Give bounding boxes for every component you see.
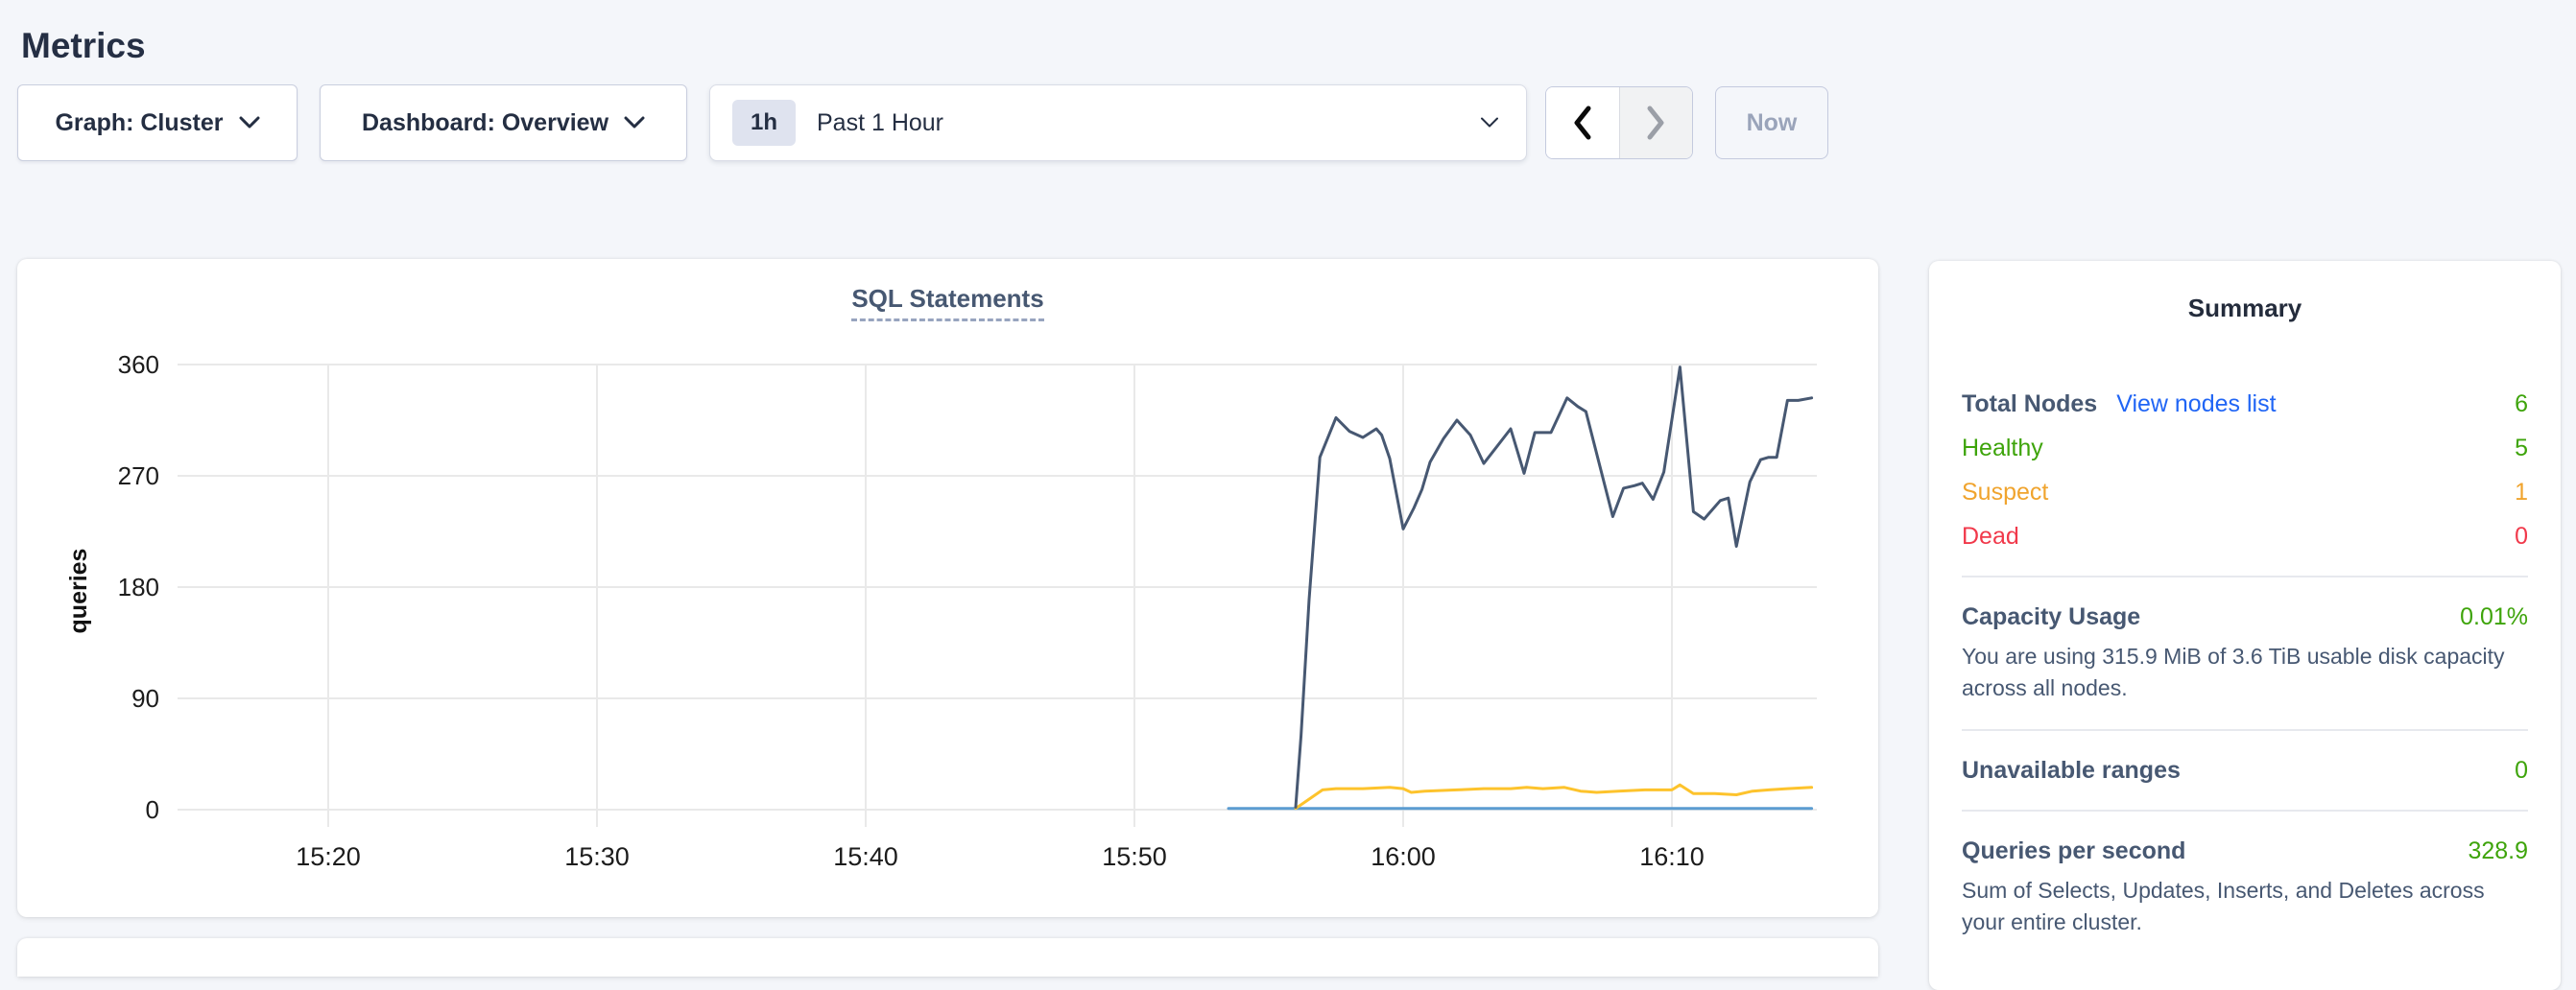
chevron-down-icon <box>239 116 260 130</box>
dead-nodes-row: Dead 0 <box>1962 522 2528 551</box>
divider <box>1962 729 2528 731</box>
page-title: Metrics <box>21 24 146 68</box>
queries-per-second-value: 328.9 <box>2468 837 2528 865</box>
capacity-usage-description: You are using 315.9 MiB of 3.6 TiB usabl… <box>1962 641 2528 704</box>
summary-panel: Summary Total Nodes View nodes list 6 Hea… <box>1929 261 2561 990</box>
svg-text:16:10: 16:10 <box>1639 842 1705 871</box>
queries-per-second-description: Sum of Selects, Updates, Inserts, and De… <box>1962 875 2528 938</box>
healthy-value: 5 <box>2515 434 2528 462</box>
svg-text:queries: queries <box>65 549 92 634</box>
capacity-usage-section: Capacity Usage 0.01% You are using 315.9… <box>1962 602 2528 704</box>
dashboard-dropdown-label: Dashboard: Overview <box>362 109 608 137</box>
metrics-page: { "page": { "title": "Metrics" }, "toolb… <box>0 0 2576 950</box>
svg-text:270: 270 <box>118 461 159 490</box>
divider <box>1962 810 2528 812</box>
suspect-value: 1 <box>2515 478 2528 507</box>
graph-dropdown-label: Graph: Cluster <box>55 109 223 137</box>
summary-title: Summary <box>1962 294 2528 322</box>
queries-per-second-section: Queries per second 328.9 Sum of Selects,… <box>1962 837 2528 938</box>
time-prev-button[interactable] <box>1546 87 1619 158</box>
time-range-badge: 1h <box>732 100 796 146</box>
unavailable-ranges-section: Unavailable ranges 0 <box>1962 756 2528 785</box>
healthy-nodes-row: Healthy 5 <box>1962 434 2528 462</box>
svg-text:15:20: 15:20 <box>296 842 361 871</box>
time-range-dropdown[interactable]: 1h Past 1 Hour <box>709 84 1527 161</box>
dashboard-dropdown[interactable]: Dashboard: Overview <box>320 84 687 161</box>
capacity-usage-label: Capacity Usage <box>1962 602 2140 631</box>
chevron-down-icon <box>1480 117 1499 129</box>
time-range-label: Past 1 Hour <box>817 109 943 137</box>
queries-per-second-label: Queries per second <box>1962 837 2185 865</box>
view-nodes-list-link[interactable]: View nodes list <box>2116 390 2276 417</box>
divider <box>1962 576 2528 578</box>
healthy-label: Healthy <box>1962 434 2043 462</box>
graph-dropdown[interactable]: Graph: Cluster <box>17 84 298 161</box>
svg-text:180: 180 <box>118 573 159 601</box>
total-nodes-label: Total Nodes <box>1962 390 2097 417</box>
sql-statements-plot-area[interactable]: 0 90 180 270 360 15:20 15:30 15:40 15:50 16:00 16:… <box>17 259 1878 917</box>
chevron-left-icon <box>1571 106 1594 140</box>
total-nodes-row: Total Nodes View nodes list 6 <box>1962 389 2528 418</box>
svg-text:90: 90 <box>131 684 159 713</box>
nodes-summary-section: Total Nodes View nodes list 6 Healthy 5 S… <box>1962 389 2528 551</box>
dead-value: 0 <box>2515 522 2528 551</box>
svg-text:360: 360 <box>118 350 159 379</box>
sql-statements-chart-card: SQL Statements 09018027036015:2015:3015:… <box>17 259 1878 917</box>
total-nodes-value: 6 <box>2515 389 2528 418</box>
next-chart-card-partial <box>17 938 1878 977</box>
suspect-nodes-row: Suspect 1 <box>1962 478 2528 507</box>
dead-label: Dead <box>1962 522 2019 551</box>
chevron-down-icon <box>624 116 645 130</box>
svg-text:0: 0 <box>146 795 159 824</box>
capacity-usage-value: 0.01% <box>2460 602 2528 631</box>
suspect-label: Suspect <box>1962 478 2048 507</box>
chevron-right-icon <box>1644 106 1667 140</box>
svg-text:15:50: 15:50 <box>1102 842 1167 871</box>
unavailable-ranges-label: Unavailable ranges <box>1962 756 2181 785</box>
now-button[interactable]: Now <box>1715 86 1828 159</box>
svg-text:15:40: 15:40 <box>833 842 898 871</box>
svg-text:16:00: 16:00 <box>1371 842 1436 871</box>
svg-text:15:30: 15:30 <box>564 842 630 871</box>
time-step-button-group <box>1545 86 1693 159</box>
unavailable-ranges-value: 0 <box>2515 756 2528 785</box>
time-next-button[interactable] <box>1620 87 1693 158</box>
